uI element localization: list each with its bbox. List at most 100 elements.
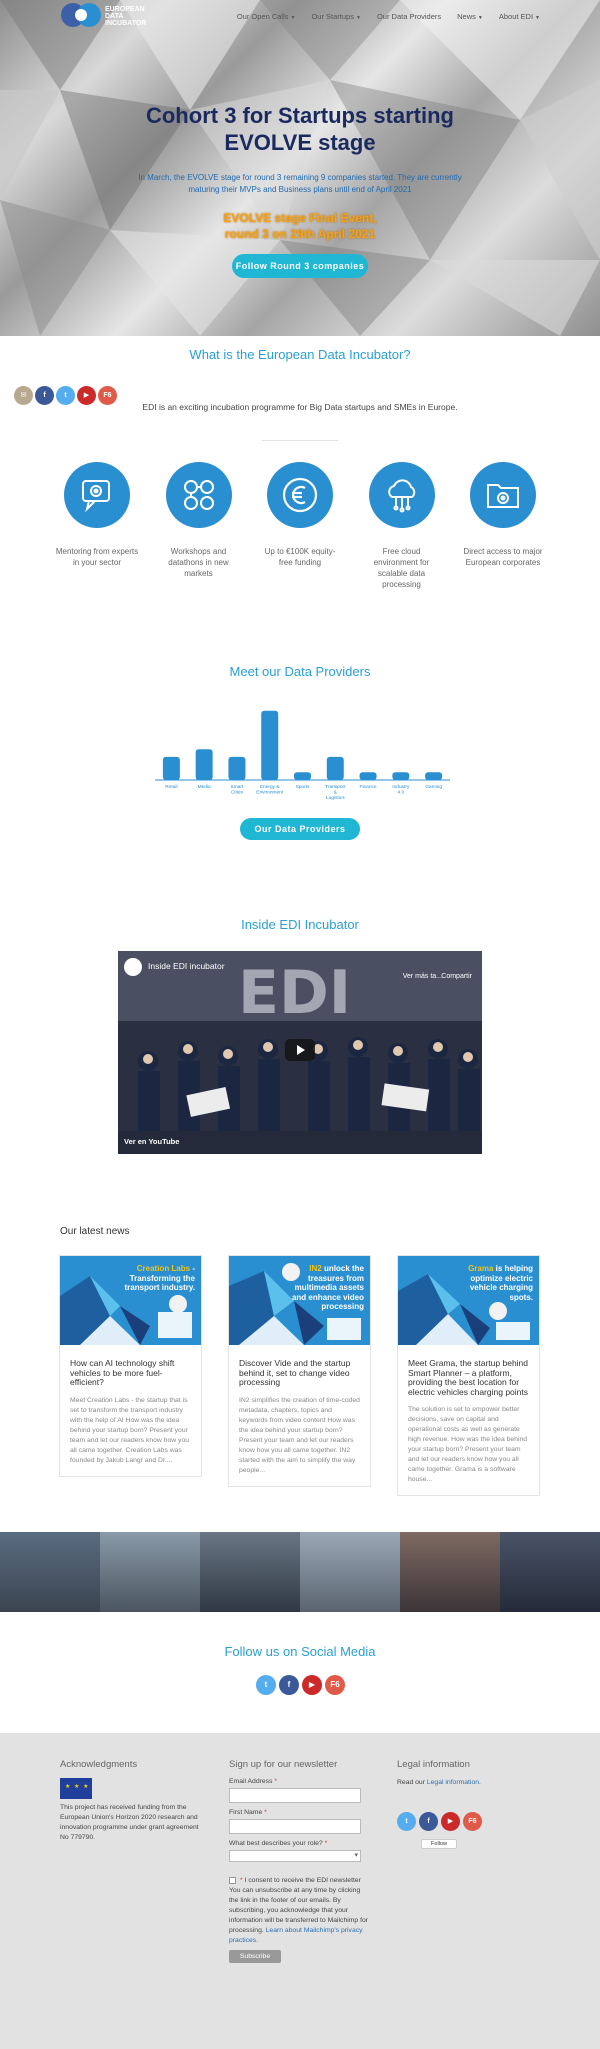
footer-heading: Acknowledgments — [60, 1759, 138, 1770]
role-select[interactable] — [229, 1850, 361, 1862]
ack-text: This project has received funding from t… — [60, 1804, 199, 1841]
highlight: Creation Labs — [136, 1264, 191, 1273]
our-data-providers-button[interactable]: Our Data Providers — [240, 818, 360, 840]
hero-banner: EUROPEAN DATA INCUBATOR Our Open Calls ▼ … — [0, 0, 600, 336]
footer: Acknowledgments This project has receive… — [0, 1733, 600, 2049]
news-card-title[interactable]: Meet Grama, the startup behind Smart Pla… — [408, 1358, 529, 1397]
news-card-image[interactable]: Grama is helping optimize electric vehic… — [398, 1256, 539, 1345]
social-title: Follow us on Social Media — [224, 1644, 376, 1659]
news-card-title[interactable]: How can AI technology shift vehicles to … — [70, 1358, 191, 1388]
watch-later-button[interactable]: Ver más ta... — [403, 973, 442, 980]
gear-chat-icon — [64, 462, 130, 528]
chart-bar — [261, 710, 279, 780]
chart-bar — [162, 756, 180, 780]
menu-label: About EDI — [498, 12, 534, 21]
share-button[interactable]: Compartir — [441, 973, 472, 980]
role-label: What best describes your role? * — [229, 1840, 369, 1847]
hero-title-line-1: Cohort 3 for Startups starting — [145, 103, 454, 128]
event-photo — [300, 1532, 400, 1612]
news-card[interactable]: IN2 unlock the treasures from multimedia… — [228, 1255, 371, 1487]
consent-checkbox[interactable] — [229, 1877, 236, 1884]
consent-label[interactable]: * I consent to receive the EDI newslette… — [240, 1876, 361, 1886]
chart-bar — [392, 772, 410, 780]
chart-bar — [294, 772, 311, 780]
divider — [262, 440, 338, 441]
news-card-title[interactable]: Discover Vide and the startup behind it,… — [239, 1358, 360, 1388]
feature-corporates: Direct access to major European corporat… — [461, 462, 545, 590]
edi-logo-mark — [61, 3, 101, 27]
required-mark: * — [264, 1809, 267, 1816]
subscribe-button[interactable]: Subscribe — [229, 1950, 281, 1963]
news-heading: Our latest news — [60, 1226, 130, 1237]
watch-on-youtube[interactable]: Ver en YouTube — [124, 1137, 179, 1146]
top-navigation: EUROPEAN DATA INCUBATOR Our Open Calls ▼ … — [0, 0, 600, 32]
chart-tick-label: Gaming — [425, 784, 442, 790]
menu-label: Our Open Calls — [236, 12, 289, 21]
footer-acknowledgments: Acknowledgments This project has receive… — [60, 1759, 205, 1843]
feature-label: Mentoring from experts in your sector — [55, 547, 139, 567]
video-player[interactable]: EDI Inside EDI incubator Ver más ta... C… — [118, 951, 482, 1154]
chevron-down-icon: ▼ — [535, 15, 540, 21]
hero-title: Cohort 3 for Startups starting EVOLVE st… — [0, 102, 600, 156]
news-card-image-text: Creation Labs - Transforming the transpo… — [115, 1264, 195, 1293]
menu-item-about[interactable]: About EDI ▼ — [499, 12, 540, 21]
chart-tick-label: Retail — [165, 784, 177, 790]
menu-item-startups[interactable]: Our Startups ▼ — [311, 12, 360, 21]
video-title[interactable]: Inside EDI incubator — [148, 961, 225, 971]
first-name-field[interactable] — [229, 1819, 361, 1834]
email-field[interactable] — [229, 1788, 361, 1803]
hero-background — [0, 0, 600, 336]
footer-heading: Sign up for our newsletter — [229, 1759, 338, 1770]
logo-line-1: EUROPEAN — [105, 6, 145, 13]
cloud-icon — [368, 462, 435, 528]
chart-bar — [359, 772, 377, 780]
edi-logo[interactable]: EUROPEAN DATA INCUBATOR — [60, 2, 160, 30]
chart-bar — [425, 772, 443, 780]
facebook-icon[interactable]: f — [279, 1675, 299, 1695]
hero-title-line-2: EVOLVE stage — [224, 130, 376, 155]
menu-item-open-calls[interactable]: Our Open Calls ▼ — [237, 12, 296, 21]
youtube-icon[interactable]: ▶ — [302, 1675, 322, 1695]
menu-label: Our Data Providers — [376, 12, 442, 21]
legal-text-body: Read our — [397, 1779, 425, 1786]
news-card[interactable]: Creation Labs - Transforming the transpo… — [59, 1255, 202, 1477]
highlight: Grama — [468, 1264, 494, 1273]
features-row: Mentoring from experts in your sector Wo… — [55, 462, 545, 590]
news-card-image[interactable]: Creation Labs - Transforming the transpo… — [60, 1256, 201, 1345]
logo-line-3: INCUBATOR — [105, 20, 147, 27]
first-name-label: First Name * — [229, 1809, 369, 1816]
eu-flag-icon — [60, 1778, 92, 1799]
menu-item-data-providers[interactable]: Our Data Providers — [377, 12, 441, 21]
menu-item-news[interactable]: News ▼ — [457, 12, 483, 21]
legal-link[interactable]: Legal information. — [427, 1779, 481, 1786]
chart-tick-label: Transport & Logistics — [325, 784, 346, 801]
footer-legal: Legal information Read our Legal informa… — [397, 1759, 542, 1849]
f6s-icon[interactable]: F6 — [463, 1812, 482, 1831]
feature-cloud: Free cloud environment for scalable data… — [360, 462, 444, 590]
hero-event: EVOLVE stage Final Event, round 3 on 29t… — [0, 210, 600, 242]
play-icon[interactable] — [285, 1039, 315, 1061]
event-photo — [200, 1532, 300, 1612]
logo-text: EUROPEAN DATA INCUBATOR — [105, 6, 146, 27]
follow-button[interactable]: Follow — [421, 1839, 457, 1849]
hero-event-line-1: EVOLVE stage Final Event, — [223, 211, 377, 225]
menu-label: News — [457, 12, 476, 21]
news-card[interactable]: Grama is helping optimize electric vehic… — [397, 1255, 540, 1496]
news-card-image[interactable]: IN2 unlock the treasures from multimedia… — [229, 1256, 370, 1345]
channel-avatar[interactable] — [124, 958, 142, 976]
twitter-icon[interactable]: t — [397, 1812, 416, 1831]
highlight: IN2 — [309, 1264, 322, 1273]
youtube-icon[interactable]: ▶ — [441, 1812, 460, 1831]
twitter-icon[interactable]: t — [256, 1675, 276, 1695]
event-photo — [100, 1532, 200, 1612]
news-card-image-text: Grama is helping optimize electric vehic… — [453, 1264, 533, 1302]
feature-label: Workshops and datathons in new markets — [168, 547, 229, 578]
hero-subtitle: In March, the EVOLVE stage for round 3 r… — [138, 173, 462, 194]
youtube-logo: YouTube — [148, 1137, 180, 1146]
facebook-icon[interactable]: f — [419, 1812, 438, 1831]
video-section-title: Inside EDI Incubator — [241, 917, 359, 932]
social-icons: t f ▶ F6 — [256, 1675, 345, 1695]
footer-social-icons: t f ▶ F6 — [397, 1812, 542, 1831]
f6s-icon[interactable]: F6 — [325, 1675, 345, 1695]
follow-round-3-button[interactable]: Follow Round 3 companies — [232, 254, 368, 278]
